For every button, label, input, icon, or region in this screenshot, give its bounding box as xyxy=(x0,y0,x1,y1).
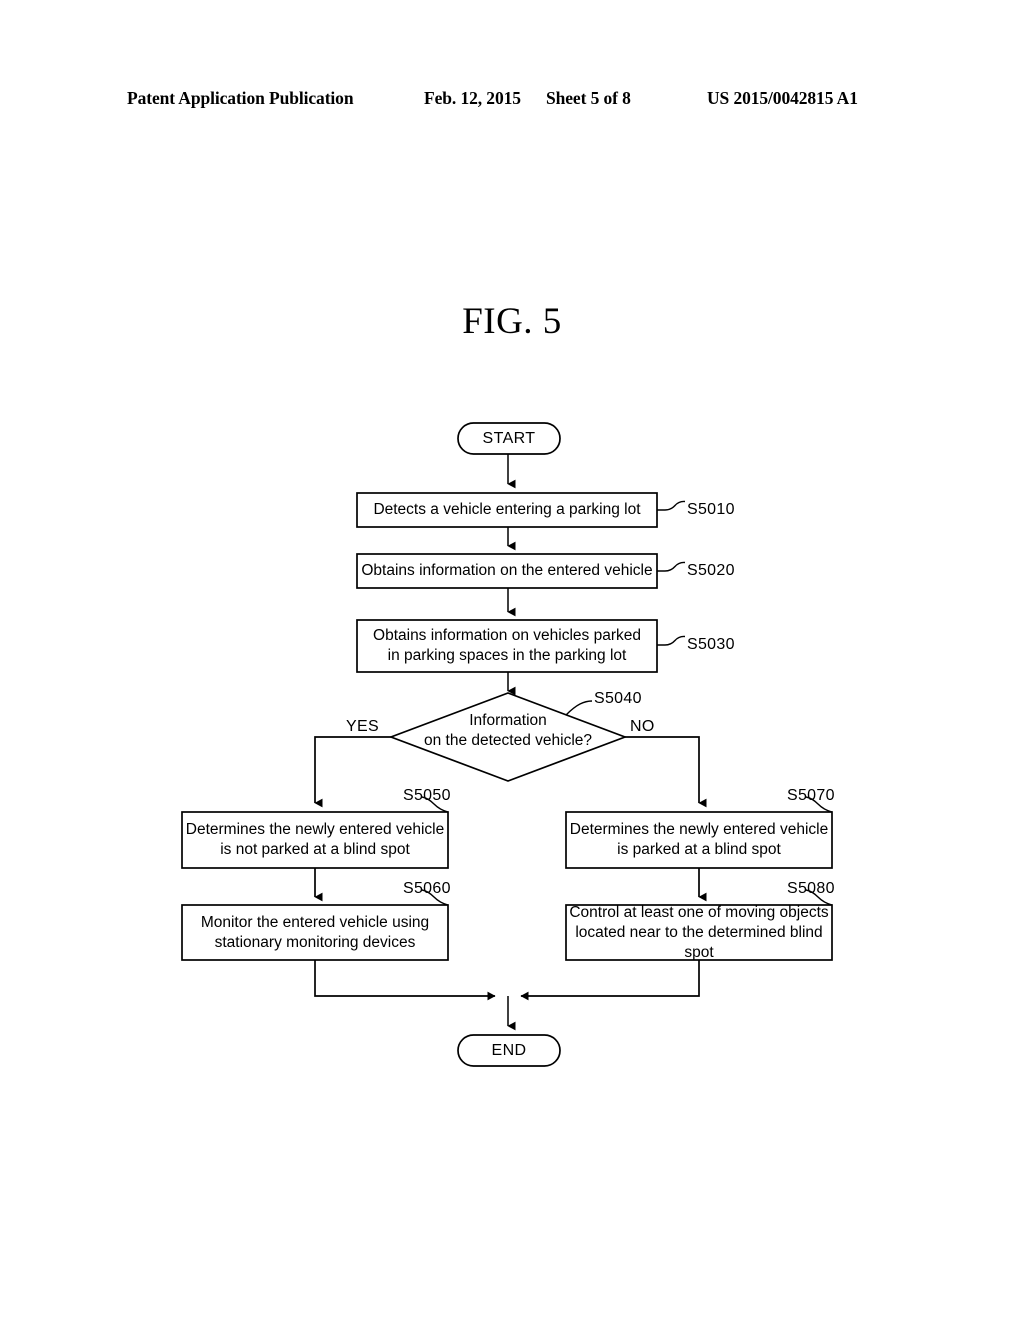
connector-s5080-to-merge xyxy=(520,960,700,1001)
process-box-s5080 xyxy=(565,904,833,961)
step-label-s5020: S5020 xyxy=(687,562,735,579)
decision-diamond-s5040 xyxy=(388,692,628,782)
leader-s5020 xyxy=(657,561,686,572)
step-label-s5060: S5060 xyxy=(403,880,451,897)
process-box-s5070 xyxy=(565,811,833,869)
branch-label-no: NO xyxy=(630,718,655,735)
connector-yes-branch xyxy=(314,736,391,808)
connector-no-branch xyxy=(625,736,707,808)
step-label-s5050: S5050 xyxy=(403,787,451,804)
flowchart-svg xyxy=(181,422,833,1067)
process-box-s5030 xyxy=(356,619,658,673)
step-label-s5070: S5070 xyxy=(787,787,835,804)
process-box-s5020 xyxy=(356,553,658,589)
process-box-s5010 xyxy=(356,492,658,528)
leader-s5010 xyxy=(657,500,686,511)
process-box-s5050 xyxy=(181,811,449,869)
step-label-s5080: S5080 xyxy=(787,880,835,897)
step-label-s5010: S5010 xyxy=(687,501,735,518)
end-terminator xyxy=(457,1034,561,1067)
step-label-s5030: S5030 xyxy=(687,636,735,653)
branch-label-yes: YES xyxy=(346,718,379,735)
connector-s5060-to-merge xyxy=(314,960,496,1001)
leader-s5030 xyxy=(657,635,686,646)
process-box-s5060 xyxy=(181,904,449,961)
flowchart-diagram: START Detects a vehicle entering a parki… xyxy=(0,0,1024,1320)
start-terminator xyxy=(457,422,561,455)
leader-s5040 xyxy=(565,700,593,716)
step-label-s5040: S5040 xyxy=(594,690,642,707)
